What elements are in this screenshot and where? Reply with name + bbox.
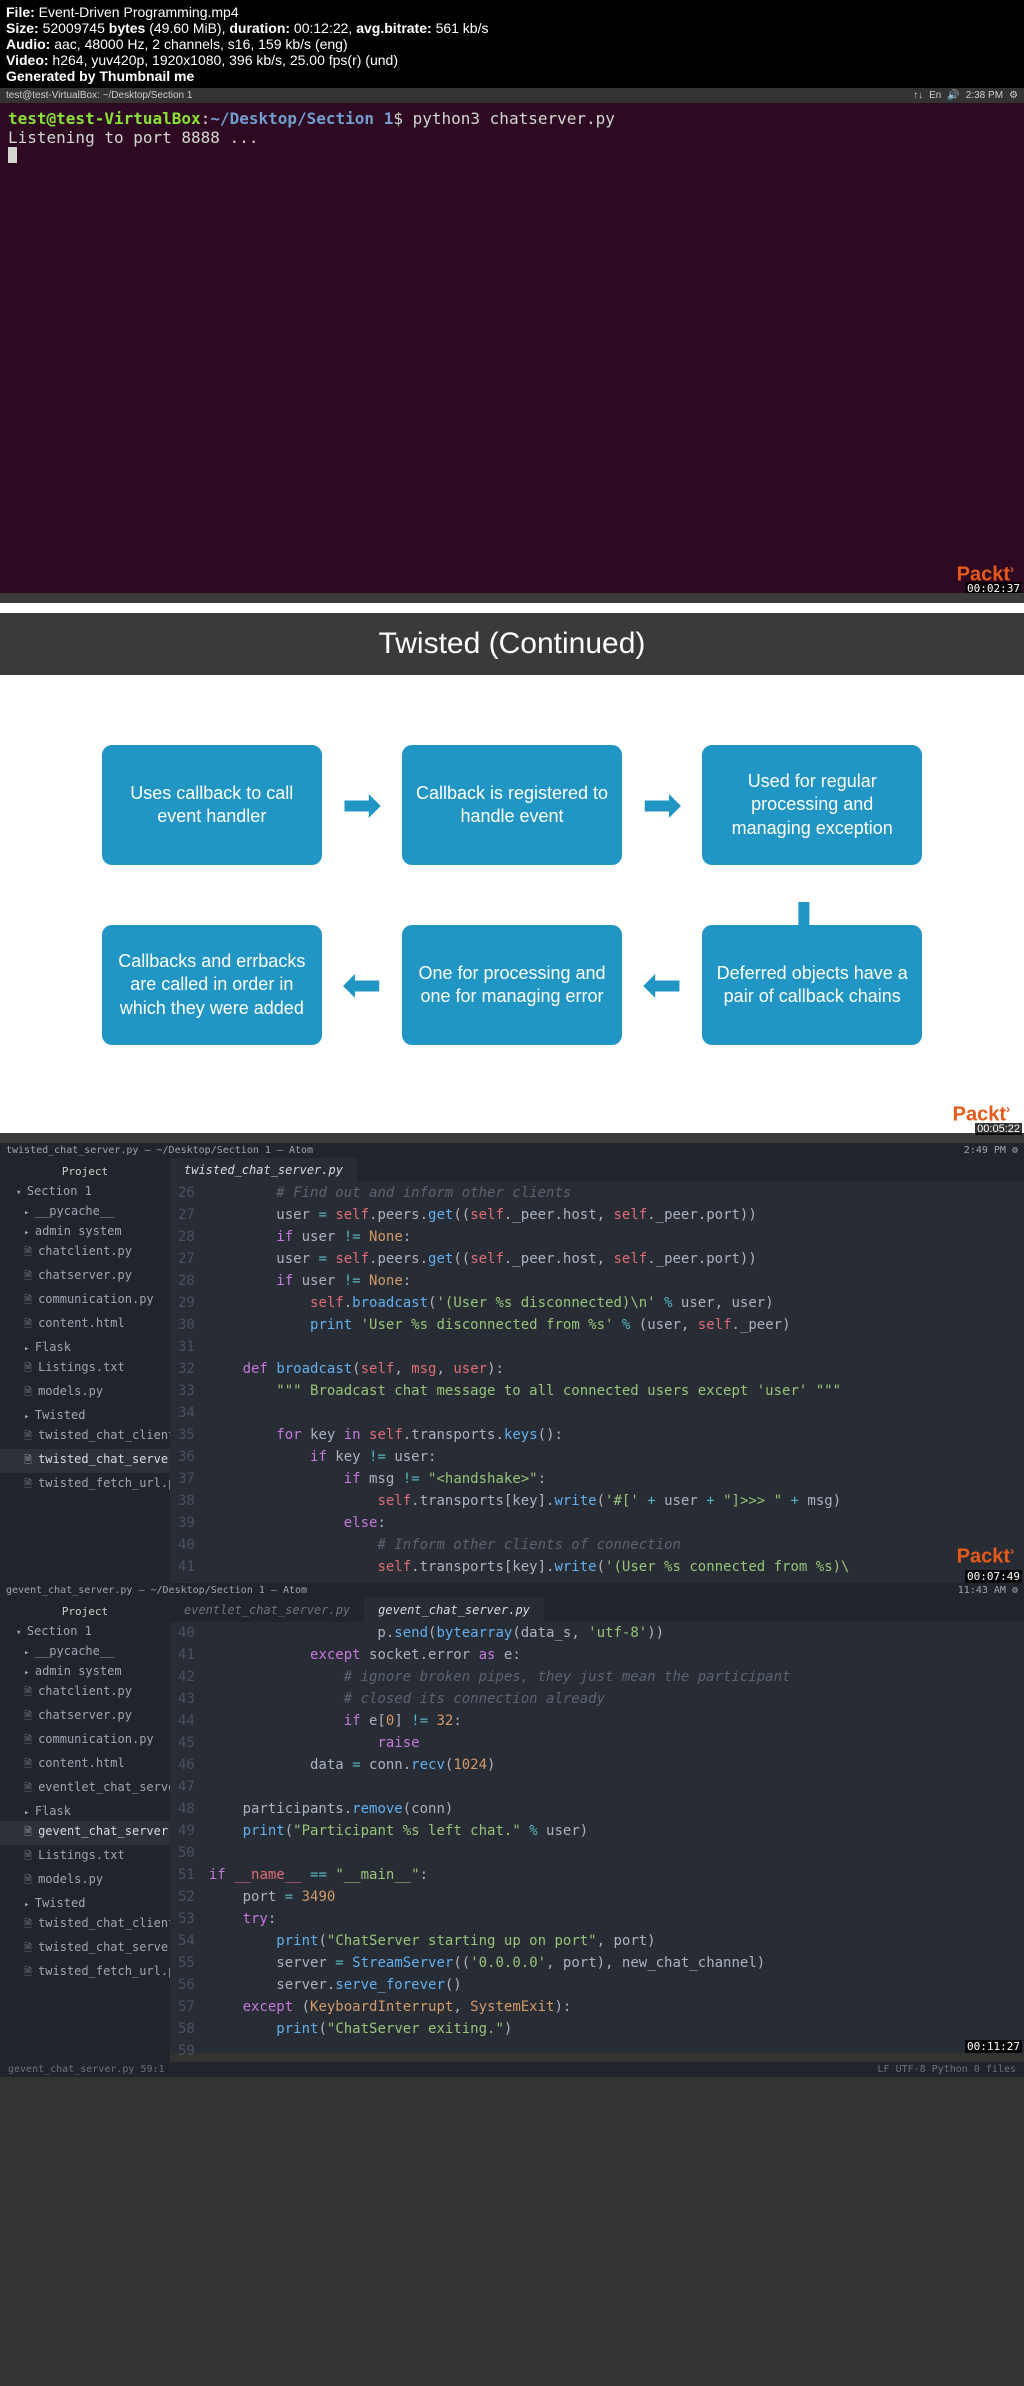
arrow-down-icon: ⬇ <box>784 893 824 949</box>
terminal-output: Listening to port 8888 ... <box>8 128 1016 147</box>
gear-icon: ⚙ <box>1009 90 1018 101</box>
sidebar-folder[interactable]: Flask <box>0 1337 170 1357</box>
arrow-left-icon: ⬅ <box>642 957 682 1013</box>
video-timestamp: 00:05:22 <box>975 1123 1022 1135</box>
system-tray: ↑↓ En 🔊 2:38 PM ⚙ <box>913 90 1018 101</box>
video-timestamp: 00:11:27 <box>965 2040 1022 2053</box>
sidebar-file[interactable]: eventlet_chat_server.py <box>0 1777 170 1801</box>
sidebar-file[interactable]: communication.py <box>0 1729 170 1753</box>
slide-box-5: One for processing and one for managing … <box>402 925 622 1045</box>
terminal-titlebar: test@test-VirtualBox: ~/Desktop/Section … <box>0 88 1024 103</box>
editor-tabs: twisted_chat_server.py <box>170 1158 1024 1182</box>
terminal-cursor <box>8 147 17 163</box>
sidebar-file[interactable]: models.py <box>0 1381 170 1405</box>
prompt-path: ~/Desktop/Section 1 <box>210 109 393 128</box>
sidebar-file[interactable]: twisted_chat_server.py <box>0 1937 170 1961</box>
arrow-left-icon: ⬅ <box>342 957 382 1013</box>
sidebar-file-active[interactable]: gevent_chat_server.py <box>0 1821 170 1845</box>
sidebar-folder[interactable]: admin system <box>0 1221 170 1241</box>
atom-editor-1: twisted_chat_server.py — ~/Desktop/Secti… <box>0 1143 1024 1583</box>
keyboard-icon: En <box>929 90 941 101</box>
atom-editor-2: gevent_chat_server.py — ~/Desktop/Sectio… <box>0 1583 1024 2053</box>
sidebar-file[interactable]: twisted_chat_client.py <box>0 1913 170 1937</box>
tab-active[interactable]: gevent_chat_server.py <box>364 1598 544 1622</box>
code-lines[interactable]: # Find out and inform other clients user… <box>209 1182 1024 1644</box>
clock: 11:43 AM <box>958 1585 1006 1596</box>
tab-inactive[interactable]: eventlet_chat_server.py <box>170 1598 364 1622</box>
sidebar-file[interactable]: communication.py <box>0 1289 170 1313</box>
sidebar-folder[interactable]: __pycache__ <box>0 1201 170 1221</box>
editor-tabs: eventlet_chat_server.py gevent_chat_serv… <box>170 1598 1024 1622</box>
network-icon: ↑↓ <box>913 90 923 101</box>
slide-box-4: Callbacks and errbacks are called in ord… <box>102 925 322 1045</box>
sidebar-file[interactable]: twisted_fetch_url.py <box>0 1961 170 1985</box>
code-lines[interactable]: p.send(bytearray(data_s, 'utf-8')) excep… <box>209 1622 1024 2062</box>
sidebar-file[interactable]: content.html <box>0 1313 170 1337</box>
terminal-thumbnail: test@test-VirtualBox: ~/Desktop/Section … <box>0 88 1024 593</box>
sidebar-file[interactable]: chatserver.py <box>0 1265 170 1289</box>
sidebar-file[interactable]: Listings.txt <box>0 1357 170 1381</box>
clock: 2:49 PM <box>964 1145 1006 1156</box>
arrow-right-icon: ➡ <box>342 777 382 833</box>
tab-active[interactable]: twisted_chat_server.py <box>170 1158 357 1182</box>
arrow-right-icon: ➡ <box>642 777 682 833</box>
slide-box-3: Used for regular processing and managing… <box>702 745 922 865</box>
sound-icon: 🔊 <box>947 90 959 101</box>
slide: Twisted (Continued) Uses callback to cal… <box>0 603 1024 1133</box>
terminal[interactable]: test@test-VirtualBox:~/Desktop/Section 1… <box>0 103 1024 593</box>
sidebar-file[interactable]: twisted_chat_client.py <box>0 1425 170 1449</box>
sidebar-folder[interactable]: Twisted <box>0 1405 170 1425</box>
sidebar-folder[interactable]: Twisted <box>0 1893 170 1913</box>
slide-title: Twisted (Continued) <box>0 613 1024 675</box>
clock: 2:38 PM <box>966 90 1003 101</box>
sidebar-root[interactable]: Section 1 <box>0 1621 170 1641</box>
code-editor[interactable]: 4041424344454647484950515253545556575859… <box>170 1622 1024 2062</box>
video-timestamp: 00:07:49 <box>965 1570 1022 1583</box>
sidebar-folder[interactable]: admin system <box>0 1661 170 1681</box>
atom-titlebar: gevent_chat_server.py — ~/Desktop/Sectio… <box>0 1583 1024 1598</box>
sidebar-file[interactable]: chatclient.py <box>0 1241 170 1265</box>
slide-thumbnail: Twisted (Continued) Uses callback to cal… <box>0 593 1024 1143</box>
status-bar: gevent_chat_server.py 59:1LF UTF-8 Pytho… <box>0 2062 1024 2077</box>
thumbnail-header: File: Event-Driven Programming.mp4 Size:… <box>0 0 1024 88</box>
sidebar-folder[interactable]: Flask <box>0 1801 170 1821</box>
packt-logo: Packt› <box>957 1544 1014 1569</box>
sidebar-file-active[interactable]: twisted_chat_server.py <box>0 1449 170 1473</box>
sidebar-file[interactable]: twisted_fetch_url.py <box>0 1473 170 1497</box>
atom-titlebar: twisted_chat_server.py — ~/Desktop/Secti… <box>0 1143 1024 1158</box>
sidebar-file[interactable]: chatclient.py <box>0 1681 170 1705</box>
sidebar-folder[interactable]: __pycache__ <box>0 1641 170 1661</box>
gutter: 4041424344454647484950515253545556575859 <box>170 1622 209 2062</box>
terminal-title: test@test-VirtualBox: ~/Desktop/Section … <box>6 90 192 101</box>
terminal-command: python3 chatserver.py <box>413 109 615 128</box>
sidebar-file[interactable]: Listings.txt <box>0 1845 170 1869</box>
project-sidebar[interactable]: Project Section 1 __pycache__ admin syst… <box>0 1158 170 1644</box>
sidebar-file[interactable]: chatserver.py <box>0 1705 170 1729</box>
gutter: 2627282728293031323334353637383940414243… <box>170 1182 209 1644</box>
project-sidebar[interactable]: Project Section 1 __pycache__ admin syst… <box>0 1598 170 2062</box>
sidebar-root[interactable]: Section 1 <box>0 1181 170 1201</box>
slide-box-2: Callback is registered to handle event <box>402 745 622 865</box>
code-editor[interactable]: 2627282728293031323334353637383940414243… <box>170 1182 1024 1644</box>
sidebar-file[interactable]: models.py <box>0 1869 170 1893</box>
prompt-user: test@test-VirtualBox <box>8 109 201 128</box>
slide-box-1: Uses callback to call event handler <box>102 745 322 865</box>
sidebar-file[interactable]: content.html <box>0 1753 170 1777</box>
